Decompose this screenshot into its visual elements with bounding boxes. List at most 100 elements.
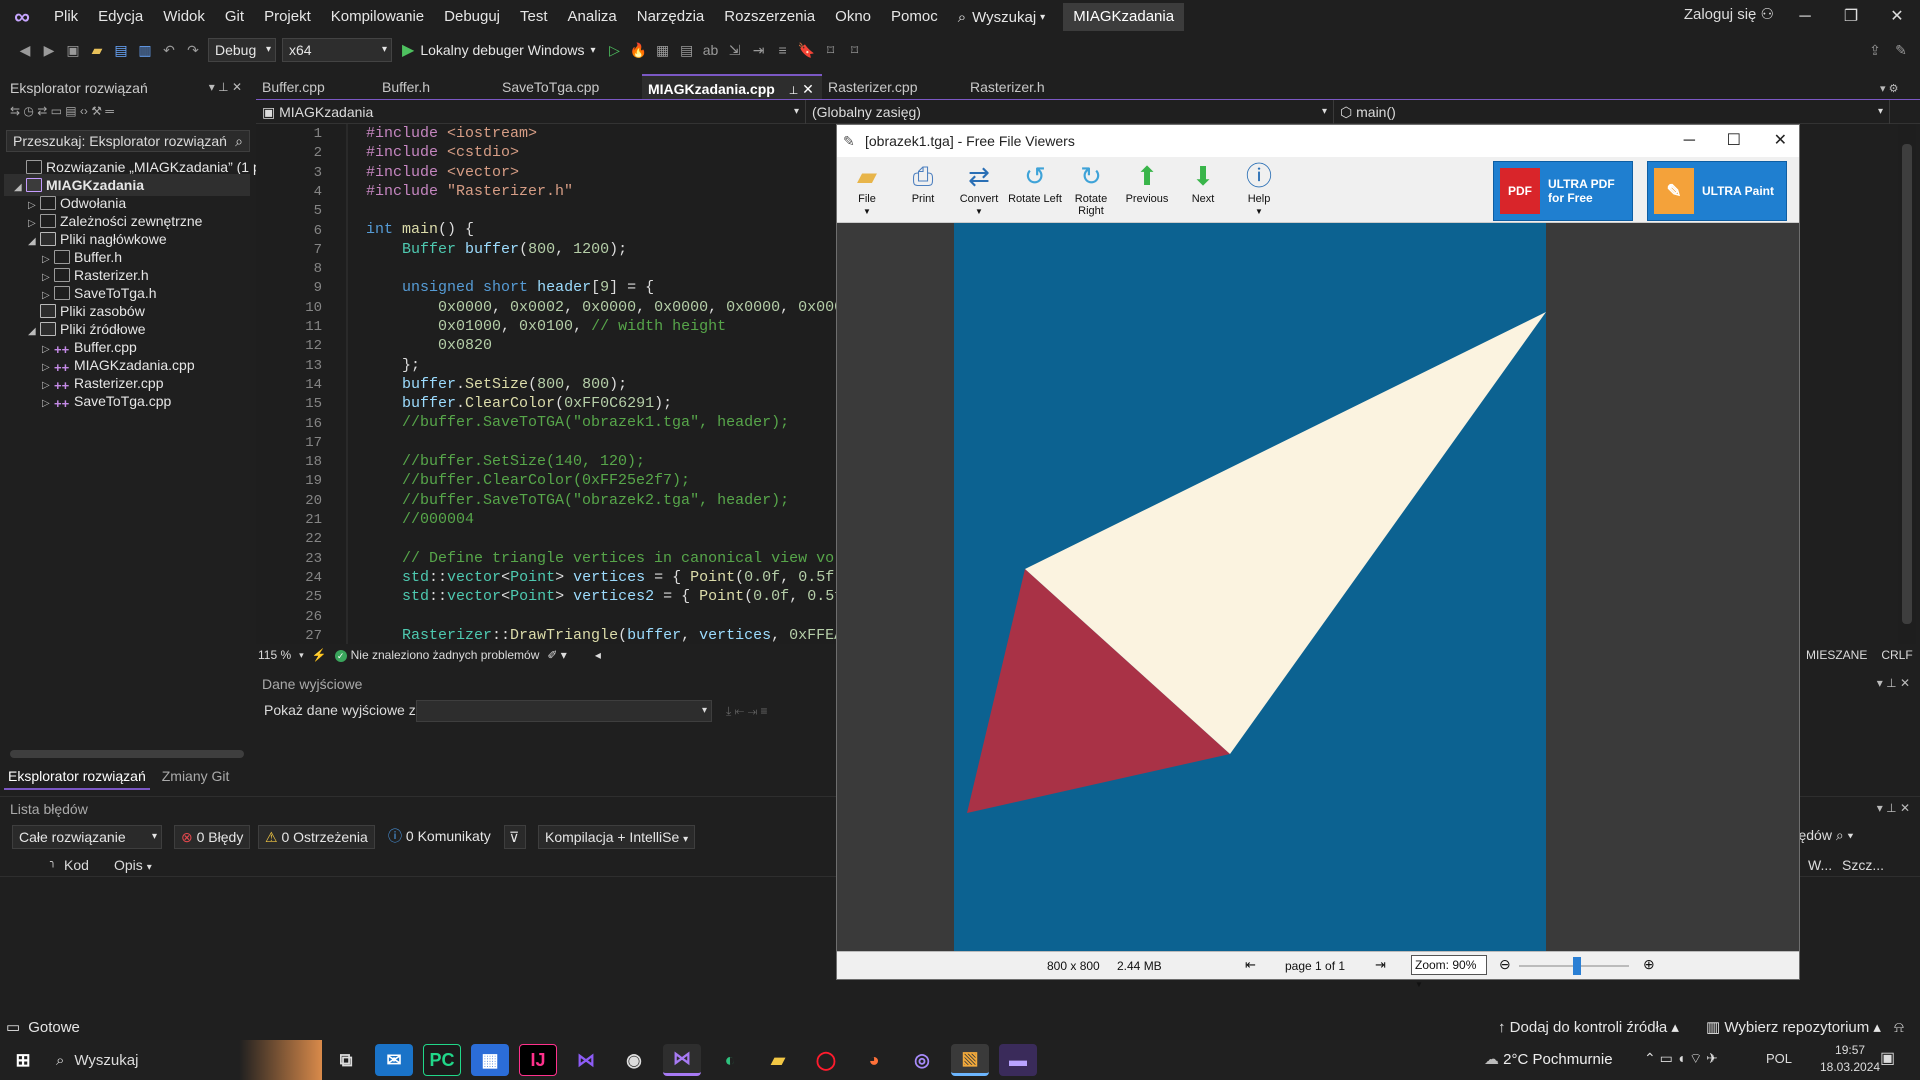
windows-start-icon[interactable]: ⊞ [5,1044,41,1076]
visual-studio-logo-icon[interactable]: ∞ [0,0,44,34]
expander-icon[interactable]: ▷ [42,393,54,415]
tab-buffer-h[interactable]: Buffer.h [376,74,496,100]
app-icon[interactable]: ◉ [615,1044,653,1076]
tab-rasterizer-cpp[interactable]: Rasterizer.cpp [822,74,964,100]
save-all-icon[interactable]: ▥ [136,41,154,59]
edge-icon[interactable]: ◐ [711,1044,749,1076]
bookmark-prev-icon[interactable]: ⌑ [822,41,840,59]
opera-icon[interactable]: ◯ [807,1044,845,1076]
messages-filter[interactable]: ⓘ 0 Komunikaty [382,825,497,849]
menu-item-7[interactable]: Test [510,0,558,34]
viewer-close-button[interactable]: ✕ [1774,125,1787,157]
new-project-icon[interactable]: ▣ [64,41,82,59]
issues-indicator[interactable]: ✓ Nie znaleziono żadnych problemów [334,648,539,662]
ultra-paint-promo[interactable]: ✎ ULTRA Paint [1647,161,1787,221]
task-view-icon[interactable]: ⧉ [327,1044,365,1076]
output-panel-controls[interactable]: ▾ ⊥ ✕ [1800,676,1910,690]
terminal-icon[interactable]: ▬ [999,1044,1037,1076]
zoom-slider[interactable] [1519,957,1629,975]
jetbrains-icon[interactable]: IJ [519,1044,557,1076]
platform-select[interactable]: x64 ▾ [282,38,392,62]
zoom-select[interactable]: 115 % [258,648,291,662]
visual-studio-icon[interactable]: ⋈ [567,1044,605,1076]
menu-item-12[interactable]: Pomoc [881,0,948,34]
source-control-button[interactable]: ↑ Dodaj do kontroli źródła ▴ [1498,1018,1679,1036]
warnings-filter[interactable]: ⚠ 0 Ostrzeżenia [258,825,375,849]
next-page-icon[interactable]: ⇥ [1375,957,1386,973]
tab-git-changes[interactable]: Zmiany Git [162,768,230,790]
menu-item-4[interactable]: Projekt [254,0,321,34]
tab-overflow-icon[interactable]: ▾ ⚙ [1880,82,1898,95]
menu-item-5[interactable]: Kompilowanie [321,0,434,34]
ultra-pdf-promo[interactable]: PDF ULTRA PDF for Free [1493,161,1633,221]
rotate-left-button[interactable]: ↺ Rotate Left [1007,161,1063,221]
spell-icon[interactable]: ab [702,41,720,59]
zoom-in-icon[interactable]: ⊕ [1643,956,1655,973]
viewer-title-bar[interactable]: ✎ [obrazek1.tga] - Free File Viewers ─ ☐… [837,125,1799,157]
zoom-slider-thumb[interactable] [1573,957,1581,975]
search-menu[interactable]: ⌕ Wyszukaj ▾ [948,0,1055,34]
weather-widget[interactable]: ☁ 2°C Pochmurnie [1484,1050,1613,1068]
clock[interactable]: 19:57 18.03.2024 [1820,1042,1880,1076]
tab-miagkzadania-cpp[interactable]: MIAGKzadania.cpp ⊥ ✕ [642,74,822,100]
brush-icon[interactable]: ✐ ▾ [547,648,566,662]
system-tray[interactable]: ⌃ ▭ ◖ ⌔ ✈ [1644,1050,1718,1068]
column-details[interactable]: Szcz... [1842,857,1884,873]
zoom-out-icon[interactable]: ⊖ [1499,956,1511,973]
sign-in-button[interactable]: Zaloguj się ⚇ [1684,0,1774,34]
feedback-icon[interactable]: ✎ [1892,41,1910,59]
solution-explorer-toolbar[interactable]: ⇆ ◷ ⇄ ▭ ▤ ‹› ⚒ ═ [10,104,242,122]
file-explorer-icon[interactable]: ▰ [759,1044,797,1076]
errors-filter[interactable]: ⊗ 0 Błędy [174,825,251,849]
menu-item-9[interactable]: Narzędzia [627,0,715,34]
share-icon[interactable]: ⇪ [1866,41,1884,59]
close-button[interactable]: ✕ [1874,0,1920,34]
tab-savetotga-cpp[interactable]: SaveToTga.cpp [496,74,642,100]
horizontal-scrollbar[interactable] [10,750,244,758]
viewer-minimize-button[interactable]: ─ [1684,125,1695,157]
output-source-select[interactable]: ▾ [416,700,712,722]
bookmark-icon[interactable]: 🔖 [798,41,816,59]
save-icon[interactable]: ▤ [112,41,130,59]
previous-button[interactable]: ⬆ Previous [1119,161,1175,221]
menu-item-2[interactable]: Widok [153,0,215,34]
viewer-maximize-button[interactable]: ☐ [1727,125,1741,157]
file-button[interactable]: ▰ File ▼ [839,161,895,221]
comment-icon[interactable]: ≡ [774,41,792,59]
lightbulb-icon[interactable]: ⚡ [312,648,327,662]
panel-controls[interactable]: ▾ ⊥ ✕ [209,80,242,94]
prev-page-icon[interactable]: ⇤ [1245,957,1256,973]
browse-icon[interactable]: ▦ [654,41,672,59]
scroll-thumb[interactable] [1902,144,1912,624]
forward-icon[interactable]: ▶ [40,41,58,59]
output-toolbar-icons[interactable]: ⤓ ⇤ ⇥ ≡ [726,704,768,719]
indent-icon[interactable]: ⇥ [750,41,768,59]
error-scope-select[interactable]: Całe rozwiązanie ▾ [12,825,162,849]
print-button[interactable]: ⎙ Print [895,161,951,221]
tree-item[interactable]: ▷ ++ SaveToTga.cpp [4,390,250,412]
eol-label[interactable]: CRLF [1881,644,1912,666]
next-button[interactable]: ⬇ Next [1175,161,1231,221]
hot-reload-icon[interactable]: 🔥 [630,41,648,59]
start-debugging-button[interactable]: ▶ Lokalny debuger Windows ▾ [398,40,600,60]
notification-center-icon[interactable]: ▣ [1880,1048,1895,1068]
step-icon[interactable]: ⇲ [726,41,744,59]
visual-studio-running-icon[interactable]: ⋈ [663,1044,701,1076]
tab-rasterizer-h[interactable]: Rasterizer.h [964,74,1084,100]
github-icon[interactable]: ◎ [903,1044,941,1076]
pin-icon[interactable]: ⊥ [789,85,799,97]
column-code[interactable]: Kod [64,857,89,873]
scroll-left-icon[interactable]: ◂ [595,648,601,662]
start-without-debugging-icon[interactable]: ▷ [606,41,624,59]
menu-item-10[interactable]: Rozszerzenia [714,0,825,34]
taskbar-search[interactable]: ⌕ Wyszukaj [46,1040,322,1080]
close-tab-icon[interactable]: ✕ [802,81,814,97]
language-indicator[interactable]: POL [1766,1051,1792,1066]
notifications-icon[interactable]: ⍾ [1894,1019,1904,1036]
solution-search-input[interactable]: Przeszukaj: Eksplorator rozwiązań ⌕ [6,130,250,152]
zoom-select[interactable]: Zoom: 90% ▼ [1411,955,1487,989]
filter-icon[interactable]: ⊽ [504,825,526,849]
menu-item-11[interactable]: Okno [825,0,881,34]
menu-item-1[interactable]: Edycja [88,0,153,34]
back-icon[interactable]: ◀ [16,41,34,59]
